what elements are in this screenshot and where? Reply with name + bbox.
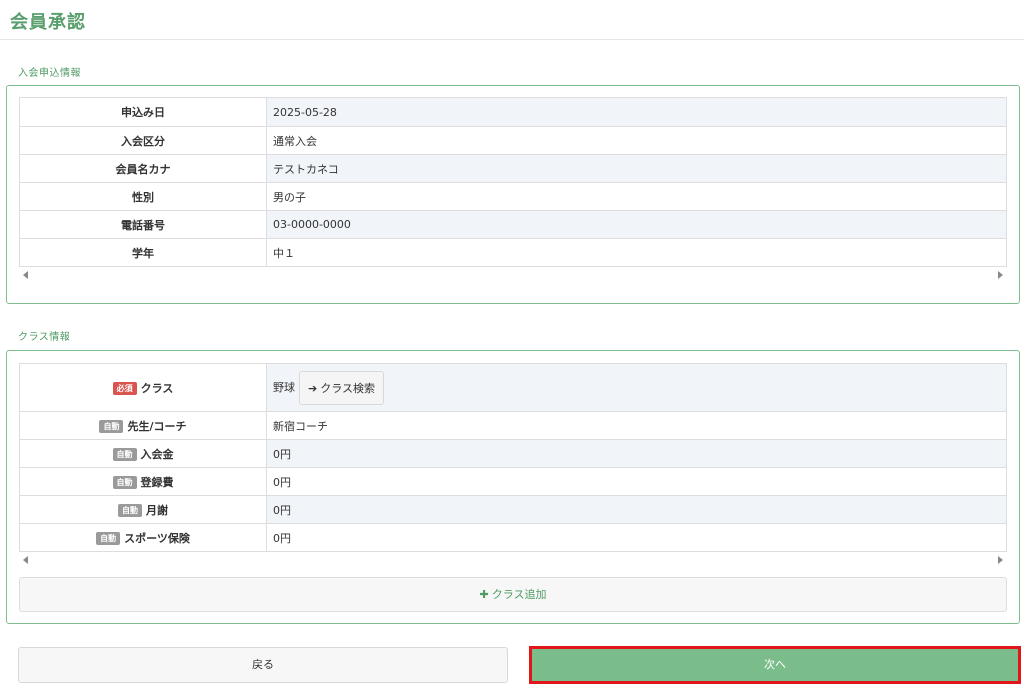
scroll-left-icon[interactable] bbox=[23, 271, 28, 279]
table-row: 学年 中１ bbox=[19, 238, 1007, 267]
row-value: 野球 ➔ クラス検索 bbox=[266, 363, 1007, 412]
row-label: 学年 bbox=[19, 238, 267, 267]
scroll-right-icon[interactable] bbox=[998, 556, 1003, 564]
class-panel: 必須 クラス 野球 ➔ クラス検索 自動 先生/コーチ 新宿コーチ 自動 入会金 0円 自… bbox=[6, 350, 1020, 624]
row-value: テストカネコ bbox=[266, 154, 1007, 183]
row-label: 性別 bbox=[19, 182, 267, 211]
auto-badge: 自動 bbox=[99, 420, 124, 433]
row-label: 自動 先生/コーチ bbox=[19, 411, 267, 440]
table-row: 性別 男の子 bbox=[19, 182, 1007, 211]
scroll-right-icon[interactable] bbox=[998, 271, 1003, 279]
row-value: 中１ bbox=[266, 238, 1007, 267]
row-label: 申込み日 bbox=[19, 97, 267, 127]
auto-badge: 自動 bbox=[112, 476, 137, 489]
row-label: 自動 月謝 bbox=[19, 495, 267, 524]
table-row: 自動 入会金 0円 bbox=[19, 439, 1007, 468]
application-section-label: 入会申込情報 bbox=[18, 68, 81, 79]
table-row: 電話番号 03-0000-0000 bbox=[19, 210, 1007, 239]
row-label: 自動 登録費 bbox=[19, 467, 267, 496]
title-divider bbox=[0, 39, 1024, 40]
table-row: 自動 月謝 0円 bbox=[19, 495, 1007, 524]
class-search-label: クラス検索 bbox=[320, 381, 375, 395]
class-search-button[interactable]: ➔ クラス検索 bbox=[299, 370, 384, 405]
auto-badge: 自動 bbox=[112, 448, 137, 461]
row-label: 自動 スポーツ保険 bbox=[19, 523, 267, 552]
table-row: 自動 スポーツ保険 0円 bbox=[19, 523, 1007, 552]
class-table: 必須 クラス 野球 ➔ クラス検索 自動 先生/コーチ 新宿コーチ 自動 入会金 0円 自… bbox=[19, 363, 1007, 552]
row-value: 2025-05-28 bbox=[266, 97, 1007, 127]
application-table: 申込み日 2025-05-28 入会区分 通常入会 会員名カナ テストカネコ 性… bbox=[19, 97, 1007, 267]
row-label: 必須 クラス bbox=[19, 363, 267, 412]
coach-label: 先生/コーチ bbox=[127, 419, 187, 433]
class-section-label: クラス情報 bbox=[18, 332, 71, 343]
class-value: 野球 bbox=[273, 380, 295, 394]
horizontal-scrollbar[interactable] bbox=[19, 555, 1007, 565]
required-badge: 必須 bbox=[112, 382, 137, 395]
horizontal-scrollbar[interactable] bbox=[19, 270, 1007, 280]
auto-badge: 自動 bbox=[118, 504, 142, 517]
registration-fee-label: 登録費 bbox=[140, 475, 174, 489]
scroll-left-icon[interactable] bbox=[23, 556, 28, 564]
row-value: 0円 bbox=[266, 523, 1007, 552]
auto-badge: 自動 bbox=[96, 532, 121, 545]
table-row: 必須 クラス 野球 ➔ クラス検索 bbox=[19, 363, 1007, 412]
add-class-button[interactable]: ✚ クラス追加 bbox=[19, 577, 1007, 612]
table-row: 自動 登録費 0円 bbox=[19, 467, 1007, 496]
row-value: 0円 bbox=[266, 495, 1007, 524]
row-label: 電話番号 bbox=[19, 210, 267, 239]
row-label: 入会区分 bbox=[19, 126, 267, 155]
add-class-label: クラス追加 bbox=[491, 588, 547, 601]
application-panel: 申込み日 2025-05-28 入会区分 通常入会 会員名カナ テストカネコ 性… bbox=[6, 85, 1020, 304]
row-value: 0円 bbox=[266, 467, 1007, 496]
plus-icon: ✚ bbox=[479, 588, 489, 601]
table-row: 入会区分 通常入会 bbox=[19, 126, 1007, 155]
table-row: 会員名カナ テストカネコ bbox=[19, 154, 1007, 183]
back-button[interactable]: 戻る bbox=[18, 647, 508, 683]
row-value: 通常入会 bbox=[266, 126, 1007, 155]
class-label: クラス bbox=[140, 381, 174, 395]
monthly-fee-label: 月謝 bbox=[146, 503, 168, 517]
page-title: 会員承認 bbox=[10, 12, 86, 33]
arrow-right-icon: ➔ bbox=[308, 381, 318, 395]
table-row: 申込み日 2025-05-28 bbox=[19, 97, 1007, 127]
row-value: 新宿コーチ bbox=[266, 411, 1007, 440]
row-label: 自動 入会金 bbox=[19, 439, 267, 468]
row-value: 03-0000-0000 bbox=[266, 210, 1007, 239]
row-value: 男の子 bbox=[266, 182, 1007, 211]
row-label: 会員名カナ bbox=[19, 154, 267, 183]
row-value: 0円 bbox=[266, 439, 1007, 468]
next-button[interactable]: 次へ bbox=[529, 646, 1021, 684]
insurance-label: スポーツ保険 bbox=[124, 531, 190, 545]
entry-fee-label: 入会金 bbox=[140, 447, 174, 461]
table-row: 自動 先生/コーチ 新宿コーチ bbox=[19, 411, 1007, 440]
